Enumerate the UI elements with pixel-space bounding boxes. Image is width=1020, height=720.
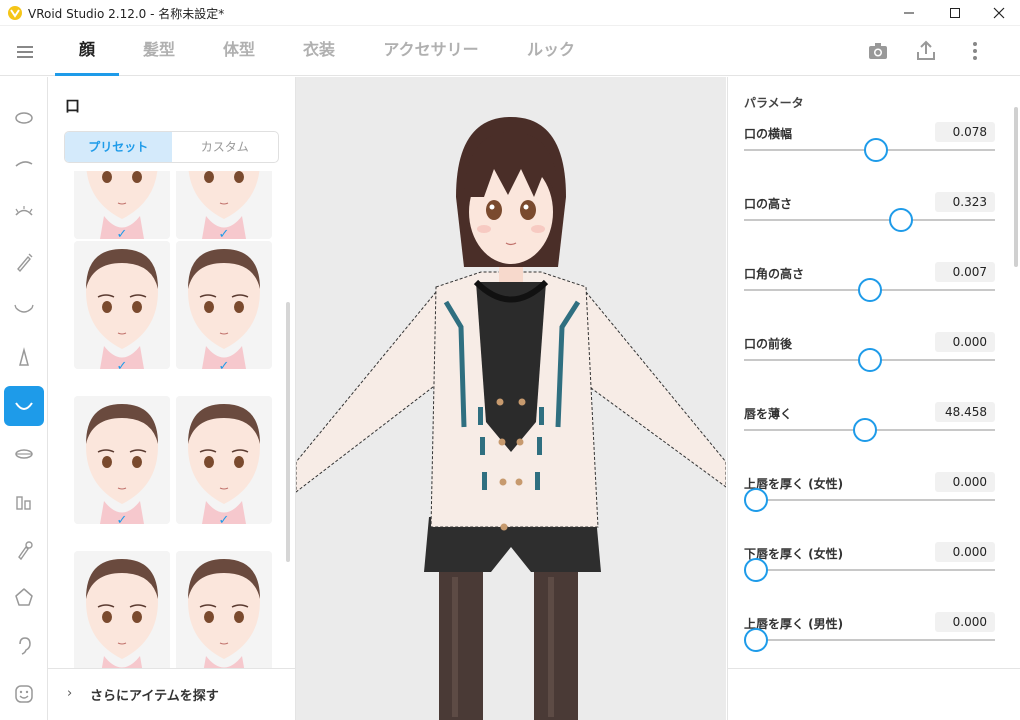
tab-accessories[interactable]: アクセサリー <box>359 26 503 76</box>
face-shape-icon[interactable] <box>4 578 44 618</box>
window-title: VRoid Studio 2.12.0 - 名称未設定* <box>28 7 225 21</box>
parameter-value-input[interactable]: 0.078 <box>935 122 995 142</box>
eyebrow-icon[interactable] <box>4 144 44 184</box>
face-outline-icon[interactable] <box>4 98 44 138</box>
parameter-row: 上唇を厚く (男性) 0.000 <box>744 612 995 675</box>
avatar-model <box>296 117 726 720</box>
parameter-label: 唇を薄く <box>744 407 793 421</box>
parameter-row: 唇を薄く 48.458 <box>744 402 995 465</box>
custom-tab[interactable]: カスタム <box>172 132 279 162</box>
parameter-label: 口の高さ <box>744 197 793 211</box>
selected-check-icon: ✓ <box>218 359 230 374</box>
main-header: 顔 髪型 体型 衣装 アクセサリー ルック <box>0 26 1020 76</box>
preset-panel: 口 プリセット カスタム ✓ ✓ ✓ ✓ ✓ ✓ › さらにアイテムを探す <box>48 77 296 720</box>
parameters-panel: パラメータ 口の横幅 0.078 口の高さ 0.323 口角の高さ 0.007 口の前後 0.… <box>727 77 1020 720</box>
camera-icon[interactable] <box>867 40 889 62</box>
preset-tab[interactable]: プリセット <box>65 132 172 162</box>
mouth-preset-thumbnail[interactable] <box>74 396 170 524</box>
parameters-footer <box>728 668 1020 720</box>
mouth-preset-thumbnail[interactable] <box>74 241 170 369</box>
mouth-icon[interactable] <box>4 386 44 426</box>
selected-check-icon: ✓ <box>116 227 128 242</box>
menu-icon[interactable] <box>14 41 36 63</box>
parameter-value-input[interactable]: 0.000 <box>935 542 995 562</box>
parameters-title: パラメータ <box>744 96 804 110</box>
close-button[interactable] <box>976 0 1020 26</box>
mouth-preset-thumbnail[interactable] <box>176 551 272 668</box>
find-more-items-button[interactable]: › さらにアイテムを探す <box>48 668 295 720</box>
parameter-value-input[interactable]: 0.007 <box>935 262 995 282</box>
mouth-preset-thumbnail[interactable] <box>74 551 170 668</box>
mouth-preset-thumbnail[interactable] <box>176 396 272 524</box>
selected-check-icon: ✓ <box>116 359 128 374</box>
parameter-value-input[interactable]: 0.323 <box>935 192 995 212</box>
parameter-slider-knob[interactable] <box>744 628 768 652</box>
face-part-rail <box>0 77 48 720</box>
minimize-button[interactable] <box>886 0 932 26</box>
more-vertical-icon[interactable] <box>964 40 986 62</box>
parameter-value-input[interactable]: 0.000 <box>935 332 995 352</box>
panel-scrollbar[interactable] <box>286 302 290 562</box>
nose-icon[interactable] <box>4 338 44 378</box>
panel-title: 口 <box>65 97 81 115</box>
parameter-row: 口角の高さ 0.007 <box>744 262 995 325</box>
category-tabs: 顔 髪型 体型 衣装 アクセサリー ルック <box>55 26 599 76</box>
eyelash-icon[interactable] <box>4 192 44 232</box>
parameter-slider-knob[interactable] <box>858 348 882 372</box>
parameter-slider-track[interactable] <box>744 569 995 571</box>
expression-icon[interactable] <box>4 674 44 714</box>
teeth-icon[interactable] <box>4 482 44 522</box>
parameter-slider-knob[interactable] <box>858 278 882 302</box>
avatar-viewport[interactable] <box>296 77 726 720</box>
parameter-label: 口角の高さ <box>744 267 805 281</box>
ear-icon[interactable] <box>4 626 44 666</box>
parameter-value-input[interactable]: 0.000 <box>935 472 995 492</box>
parameter-slider-track[interactable] <box>744 499 995 501</box>
tab-body[interactable]: 体型 <box>199 26 279 76</box>
tab-look[interactable]: ルック <box>503 26 599 76</box>
parameter-row: 口の横幅 0.078 <box>744 122 995 185</box>
makeup-brush-icon[interactable] <box>4 530 44 570</box>
maximize-button[interactable] <box>932 0 978 26</box>
preset-grid: ✓ ✓ ✓ ✓ ✓ ✓ <box>70 171 275 668</box>
parameters-scrollbar[interactable] <box>1014 107 1018 267</box>
parameter-slider-knob[interactable] <box>864 138 888 162</box>
parameter-slider-knob[interactable] <box>853 418 877 442</box>
mouth-preset-thumbnail[interactable] <box>176 241 272 369</box>
preset-custom-switch: プリセット カスタム <box>64 131 279 163</box>
title-bar: VRoid Studio 2.12.0 - 名称未設定* <box>0 0 1020 26</box>
parameter-label: 口の前後 <box>744 337 793 351</box>
export-icon[interactable] <box>915 40 937 62</box>
parameter-slider-knob[interactable] <box>744 558 768 582</box>
parameter-value-input[interactable]: 48.458 <box>935 402 995 422</box>
selected-check-icon: ✓ <box>218 513 230 528</box>
parameter-slider-track[interactable] <box>744 219 995 221</box>
tab-outfit[interactable]: 衣装 <box>279 26 359 76</box>
parameter-label: 口の横幅 <box>744 127 793 141</box>
tab-hairstyle[interactable]: 髪型 <box>119 26 199 76</box>
selected-check-icon: ✓ <box>116 513 128 528</box>
eye-icon[interactable] <box>4 290 44 330</box>
find-more-items-label: さらにアイテムを探す <box>90 689 219 704</box>
vroid-logo-icon <box>8 6 22 20</box>
parameter-value-input[interactable]: 0.000 <box>935 612 995 632</box>
selected-check-icon: ✓ <box>218 227 230 242</box>
parameter-slider-track[interactable] <box>744 639 995 641</box>
tab-face[interactable]: 顔 <box>55 26 119 76</box>
parameter-row: 下唇を厚く (女性) 0.000 <box>744 542 995 605</box>
chevron-right-icon: › <box>67 686 73 701</box>
eyeliner-icon[interactable] <box>4 242 44 282</box>
parameter-row: 上唇を厚く (女性) 0.000 <box>744 472 995 535</box>
lips-icon[interactable] <box>4 434 44 474</box>
parameter-row: 口の前後 0.000 <box>744 332 995 395</box>
parameter-slider-knob[interactable] <box>744 488 768 512</box>
parameter-row: 口の高さ 0.323 <box>744 192 995 255</box>
parameter-slider-knob[interactable] <box>889 208 913 232</box>
